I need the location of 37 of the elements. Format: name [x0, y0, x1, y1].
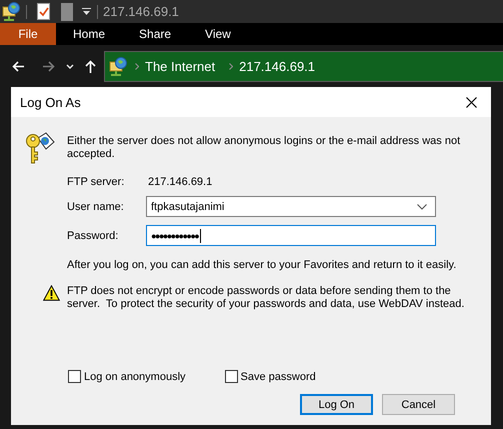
close-icon[interactable]	[466, 96, 477, 108]
ribbon-tab[interactable]: Home	[56, 23, 122, 45]
info-text: After you log on, you can add this server to your Favorites and return to it easily.	[67, 259, 458, 272]
dropdown-icon[interactable]	[82, 8, 91, 15]
user-name-combobox[interactable]: ftpkasutajanimi	[146, 196, 436, 217]
field-label: User name:	[67, 200, 125, 212]
network-globe-icon	[109, 56, 127, 76]
cancel-button[interactable]: Cancel	[382, 394, 455, 415]
password-field[interactable]: ●●●●●●●●●●●●	[146, 225, 436, 246]
warning-icon	[43, 285, 60, 301]
field-value: 217.146.69.1	[147, 176, 214, 188]
blank-document-icon[interactable]	[61, 2, 73, 20]
field-label: Password:	[67, 230, 120, 242]
up-arrow-icon[interactable]	[85, 60, 96, 72]
chevron-down-icon[interactable]	[417, 204, 427, 210]
ribbon-tab[interactable]: View	[188, 23, 248, 45]
ribbon-tab[interactable]: Share	[122, 23, 188, 45]
chevron-right-icon	[135, 62, 139, 70]
anonymous-checkbox[interactable]	[68, 370, 81, 383]
breadcrumb-item[interactable]: The Internet	[145, 58, 216, 74]
chevron-right-icon	[229, 62, 234, 70]
dialog-title: Log On As	[20, 94, 81, 110]
window-title: 217.146.69.1	[103, 4, 179, 19]
save-password-checkbox[interactable]	[224, 370, 238, 383]
log-on-button[interactable]: Log On	[300, 394, 373, 415]
checked-document-icon[interactable]	[37, 3, 50, 20]
breadcrumb-item[interactable]: 217.146.69.1	[239, 58, 316, 74]
error-message: Either the server does not allow anonymous logins or the e-mail address was not accepted.	[67, 135, 462, 162]
ribbon-tab[interactable]: File	[0, 23, 56, 45]
field-label: FTP server:	[67, 176, 126, 188]
key-icon	[25, 132, 55, 165]
back-arrow-icon[interactable]	[12, 60, 25, 72]
warning-text: FTP does not encrypt or encode passwords or data before sending them to the server. To protect the security of your passwords and data, use WebDAV instead.	[67, 285, 466, 311]
address-bar[interactable]: The Internet 217.146.69.1	[104, 50, 503, 82]
checkbox-label[interactable]: Save password	[240, 370, 316, 382]
checkbox-label[interactable]: Log on anonymously	[84, 370, 186, 382]
network-globe-icon	[2, 2, 20, 21]
